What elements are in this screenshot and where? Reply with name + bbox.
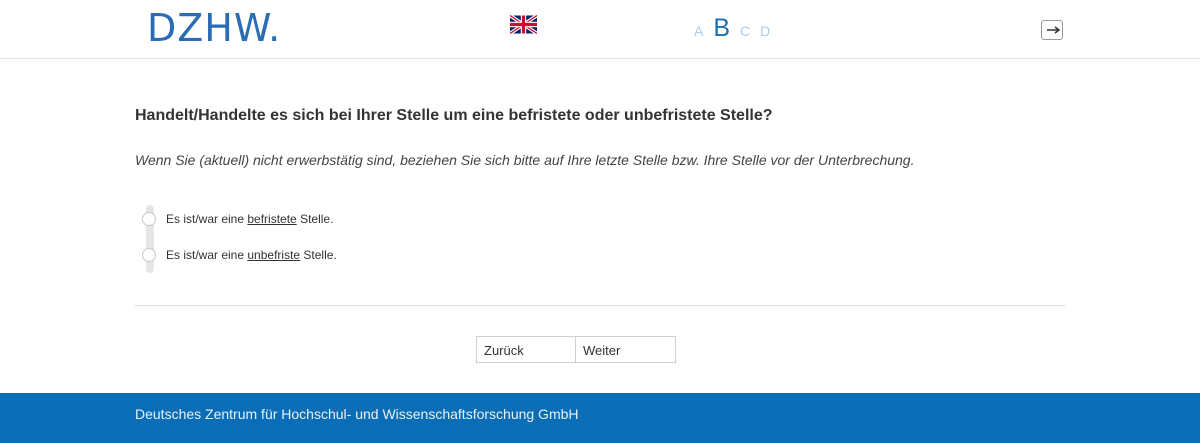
logout-icon [1047,26,1061,34]
instruction-text: Wenn Sie (aktuell) nicht erwerbstätig si… [135,152,915,168]
step-b-active: B [713,14,731,42]
radio-befristet[interactable] [142,212,156,226]
logout-button[interactable] [1041,20,1063,40]
dzhw-logo[interactable]: DZHW. [147,8,281,48]
step-a: A [694,23,704,39]
step-d: D [760,23,771,39]
header: DZHW. A B C D [0,0,1200,59]
logo-dot: . [268,6,282,50]
option-befristet[interactable]: Es ist/war eine befristete Stelle. [142,212,333,226]
back-button[interactable]: Zurück [476,336,576,363]
footer-text: Deutsches Zentrum für Hochschul- und Wis… [135,406,579,422]
divider [135,305,1065,306]
navigation-buttons: Zurück Weiter [476,336,676,363]
footer: Deutsches Zentrum für Hochschul- und Wis… [0,393,1200,443]
step-c: C [740,23,751,39]
next-button[interactable]: Weiter [576,336,676,363]
option-unbefristet[interactable]: Es ist/war eine unbefriste Stelle. [142,248,337,262]
logo-text: DZHW [147,6,269,50]
option-label-befristet: Es ist/war eine befristete Stelle. [166,212,334,226]
question-text: Handelt/Handelte es sich bei Ihrer Stell… [135,107,773,124]
radio-unbefristet[interactable] [142,248,156,262]
uk-flag-icon[interactable] [509,14,538,35]
progress-steps: A B C D [694,14,770,43]
option-label-unbefristet: Es ist/war eine unbefriste Stelle. [166,248,337,262]
